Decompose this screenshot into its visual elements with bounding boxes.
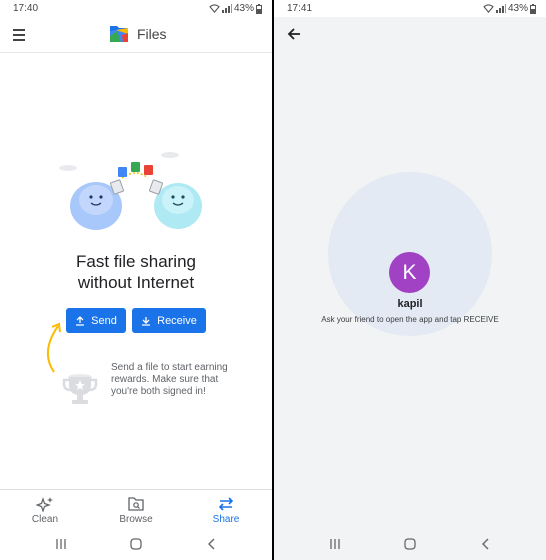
rewards-message: Send a file to start earning rewards. Ma… <box>111 362 228 397</box>
files-logo-icon <box>110 26 128 42</box>
headline-line-1: Fast file sharing <box>76 252 196 271</box>
nav-share[interactable]: Share <box>196 496 256 525</box>
browse-icon <box>128 497 144 511</box>
send-button[interactable]: Send <box>66 308 126 333</box>
home-icon[interactable] <box>130 538 142 550</box>
status-bar: 17:41 43% <box>274 0 546 17</box>
system-navigation-bar <box>274 529 546 560</box>
nav-browse-label: Browse <box>119 514 153 525</box>
upload-icon <box>76 315 85 326</box>
download-icon <box>142 316 151 326</box>
status-time: 17:41 <box>287 3 313 14</box>
battery-percent: 43% <box>507 3 528 14</box>
recent-apps-icon[interactable] <box>329 538 341 550</box>
home-icon[interactable] <box>404 538 416 550</box>
app-bar: Files <box>0 17 272 53</box>
headline-line-2: without Internet <box>77 273 195 292</box>
receive-button[interactable]: Receive <box>132 308 206 333</box>
menu-bar <box>13 39 25 41</box>
nav-clean[interactable]: Clean <box>15 496 75 525</box>
user-name: kapil <box>397 298 423 310</box>
menu-bar <box>13 29 25 31</box>
wifi-icon <box>483 4 494 13</box>
back-arrow-icon[interactable] <box>286 26 302 42</box>
sparkle-icon <box>36 497 53 512</box>
status-time: 17:40 <box>13 3 39 14</box>
headline: Fast file sharing without Internet <box>0 251 272 293</box>
menu-button[interactable] <box>10 26 28 44</box>
system-navigation-bar <box>0 529 272 560</box>
avatar[interactable]: K <box>389 252 430 293</box>
status-bar: 17:40 43% <box>0 0 272 17</box>
back-nav-icon[interactable] <box>206 538 218 550</box>
signal-icon <box>221 4 232 13</box>
wifi-icon <box>209 4 220 13</box>
file-sharing-illustration <box>59 152 202 230</box>
send-label: Send <box>91 314 117 327</box>
bottom-navigation: Clean Browse Share <box>0 489 272 529</box>
receive-label: Receive <box>157 314 197 327</box>
signal-icon <box>495 4 506 13</box>
menu-bar <box>13 34 25 36</box>
receive-instruction: Ask your friend to open the app and tap … <box>321 315 499 324</box>
app-title: Files <box>137 26 167 42</box>
nav-share-label: Share <box>212 514 240 525</box>
receive-waiting-screen: 17:41 43% K kapil Ask your friend to ope… <box>274 0 546 560</box>
nav-clean-label: Clean <box>31 514 59 525</box>
recent-apps-icon[interactable] <box>55 538 67 550</box>
app-branding: Files <box>108 24 167 44</box>
files-share-screen: 17:40 43% Files Fast file sharing withou… <box>0 0 272 560</box>
trophy-icon <box>62 374 98 404</box>
back-nav-icon[interactable] <box>480 538 492 550</box>
share-swap-icon <box>218 497 234 511</box>
battery-icon <box>256 3 262 14</box>
battery-percent: 43% <box>233 3 254 14</box>
nav-browse[interactable]: Browse <box>106 496 166 525</box>
curved-arrow-icon <box>47 322 61 373</box>
battery-icon <box>530 3 536 14</box>
